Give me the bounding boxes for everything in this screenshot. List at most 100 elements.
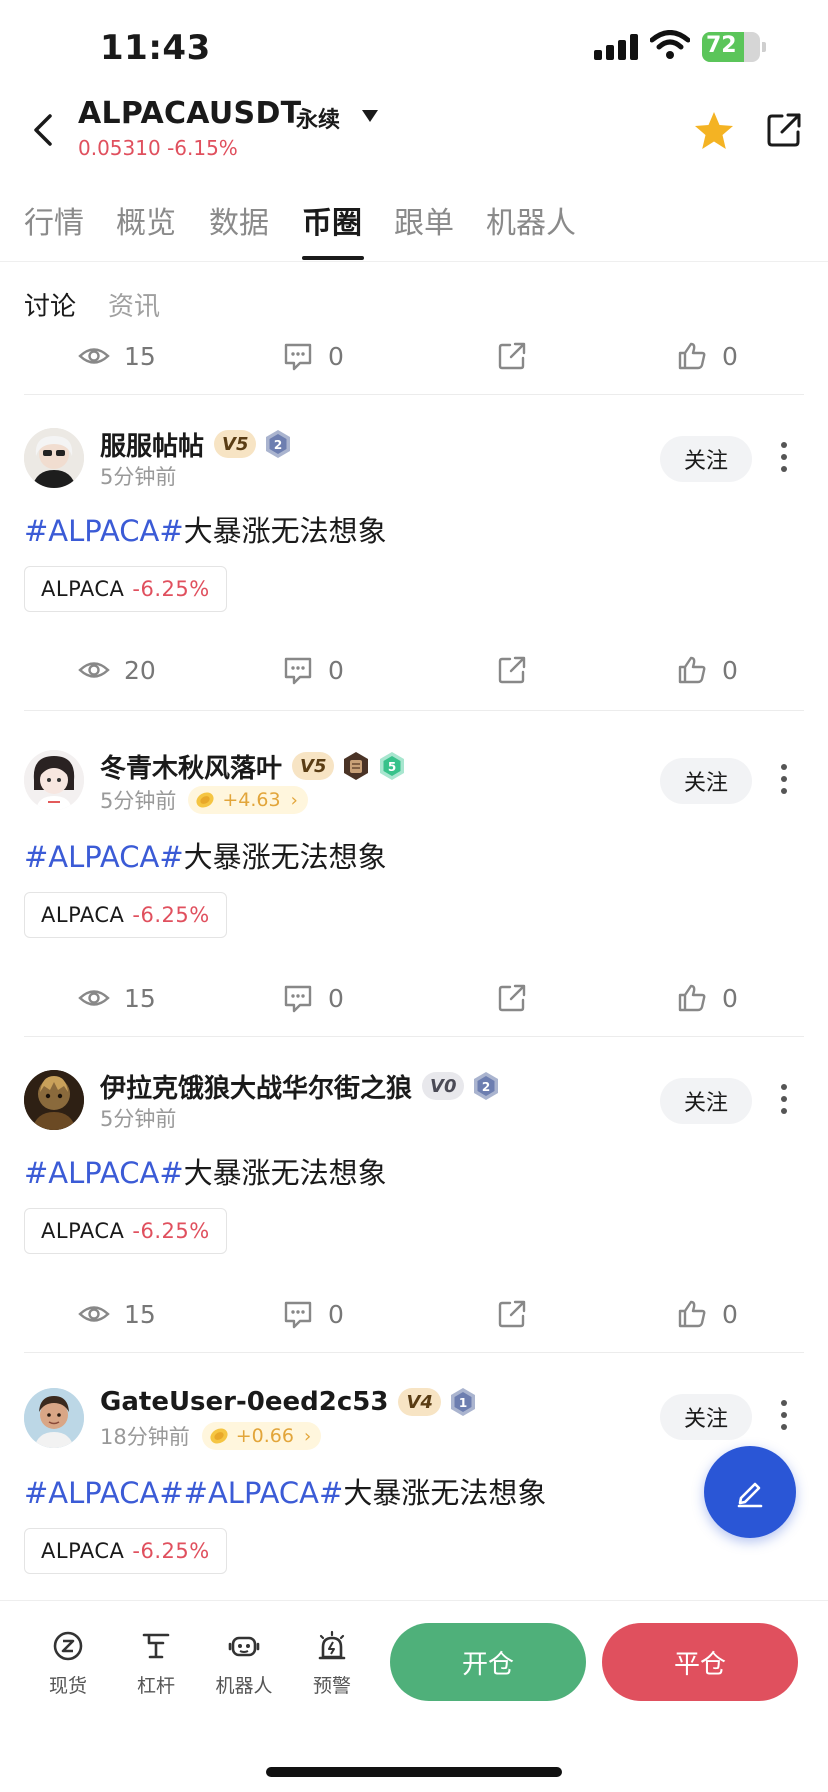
home-indicator [266,1767,562,1777]
username[interactable]: 服服帖帖 [100,426,204,463]
chevron-right-icon: › [303,1425,312,1447]
post-stats: 15 0 0 [0,336,828,376]
comments-stat[interactable]: 0 [282,1294,344,1334]
comment-icon [284,343,312,371]
comments-stat[interactable]: 0 [282,336,344,376]
share-post-button[interactable] [496,336,528,376]
share-post-button[interactable] [496,978,528,1018]
avatar[interactable] [24,1388,84,1448]
nav-alert[interactable]: 预警 [292,1629,372,1698]
tab-market[interactable]: 行情 [24,198,84,242]
scroll-badge-icon [344,752,369,780]
nav-robot[interactable]: 机器人 [204,1629,284,1698]
user-line: GateUser-0eed2c53 V4 1 [100,1384,477,1420]
subtab-discussion[interactable]: 讨论 [24,286,76,323]
main-tabs: 行情 概览 数据 币圈 跟单 机器人 [0,190,828,262]
tab-community[interactable]: 币圈 [302,198,362,242]
thumbs-up-icon [678,342,706,370]
hashtag[interactable]: #ALPACA# [24,1476,184,1510]
share-icon[interactable] [764,110,804,150]
follow-button[interactable]: 关注 [660,758,752,804]
avatar[interactable] [24,750,84,810]
compose-button[interactable] [704,1446,796,1538]
post-stats: 20 0 0 [0,650,828,690]
back-icon[interactable] [24,110,64,150]
level-badge-icon: 2 [266,430,291,458]
coin-chip[interactable]: ALPACA -6.25% [24,1528,227,1574]
post-text[interactable]: #ALPACA#大暴涨无法想象 [24,508,387,550]
battery-level: 72 [706,33,737,58]
follow-button[interactable]: 关注 [660,1078,752,1124]
coin-chip[interactable]: ALPACA -6.25% [24,566,227,612]
avatar[interactable] [24,1070,84,1130]
username[interactable]: GateUser-0eed2c53 [100,1387,388,1417]
caret-down-icon[interactable] [360,108,380,124]
username[interactable]: 冬青木秋风落叶 [100,748,282,785]
coin-chip[interactable]: ALPACA -6.25% [24,1208,227,1254]
post-text[interactable]: #ALPACA#大暴涨无法想象 [24,834,387,876]
share-icon [498,984,526,1012]
hashtag[interactable]: #ALPACA# [24,514,184,548]
eye-icon [78,1306,110,1322]
star-icon[interactable] [692,110,736,152]
alert-icon [318,1630,346,1660]
likes-stat[interactable]: 0 [676,1294,738,1334]
post-body: 大暴涨无法想象 [183,840,387,874]
thumbs-up-icon [678,1300,706,1328]
svg-text:2: 2 [482,1080,490,1094]
comments-stat[interactable]: 0 [282,978,344,1018]
likes-stat[interactable]: 0 [676,336,738,376]
close-position-button[interactable]: 平仓 [602,1623,798,1701]
comment-icon [284,985,312,1013]
subtab-news[interactable]: 资讯 [108,286,160,323]
share-post-button[interactable] [496,650,528,690]
contract-type[interactable]: 永续 [296,102,340,134]
hashtag[interactable]: #ALPACA# [24,840,184,874]
tab-copy-trade[interactable]: 跟单 [394,198,454,242]
views-stat: 20 [78,650,156,690]
earnings-chip[interactable]: +0.66 › [201,1422,322,1450]
svg-text:5: 5 [388,760,396,774]
views-stat: 15 [78,336,156,376]
username[interactable]: 伊拉克饿狼大战华尔街之狼 [100,1068,412,1105]
eye-icon [78,990,110,1006]
svg-text:1: 1 [459,1396,467,1410]
hashtag[interactable]: #ALPACA# [184,1476,344,1510]
post-body: 大暴涨无法想象 [183,514,387,548]
nav-leverage[interactable]: 杠杆 [116,1629,196,1698]
post-card: 伊拉克饿狼大战华尔街之狼 V0 2 5分钟前 关注 #ALPACA#大暴涨无法想… [0,1042,828,1352]
post-time: 18分钟前 [100,1425,190,1449]
divider [24,1036,804,1037]
user-line: 服服帖帖 V5 2 [100,426,292,462]
cellular-signal-icon [594,34,638,60]
views-stat: 15 [78,1294,156,1334]
share-post-button[interactable] [496,1294,528,1334]
hashtag[interactable]: #ALPACA# [24,1156,184,1190]
more-icon[interactable] [778,764,790,798]
post-stats: 15 0 0 [0,978,828,1018]
post-text[interactable]: #ALPACA#大暴涨无法想象 [24,1150,387,1192]
avatar[interactable] [24,428,84,488]
tab-data[interactable]: 数据 [209,198,269,242]
follow-button[interactable]: 关注 [660,436,752,482]
likes-stat[interactable]: 0 [676,650,738,690]
robot-icon [228,1636,260,1657]
pair-name[interactable]: ALPACAUSDT [78,96,301,131]
more-icon[interactable] [778,1400,790,1434]
post-time: 5分钟前 [100,789,177,813]
likes-stat[interactable]: 0 [676,978,738,1018]
level-badge-icon: 1 [450,1388,475,1416]
nav-spot[interactable]: 现货 [28,1629,108,1698]
follow-button[interactable]: 关注 [660,1394,752,1440]
level-badge-icon: 5 [380,752,405,780]
coin-chip[interactable]: ALPACA -6.25% [24,892,227,938]
more-icon[interactable] [778,442,790,476]
tab-overview[interactable]: 概览 [116,198,176,242]
earnings-chip[interactable]: +4.63 › [188,786,308,814]
tab-bots[interactable]: 机器人 [486,198,576,242]
comments-stat[interactable]: 0 [282,650,344,690]
more-icon[interactable] [778,1084,790,1118]
divider [24,1352,804,1353]
post-text[interactable]: #ALPACA##ALPACA#大暴涨无法想象 [24,1470,546,1512]
open-position-button[interactable]: 开仓 [390,1623,586,1701]
